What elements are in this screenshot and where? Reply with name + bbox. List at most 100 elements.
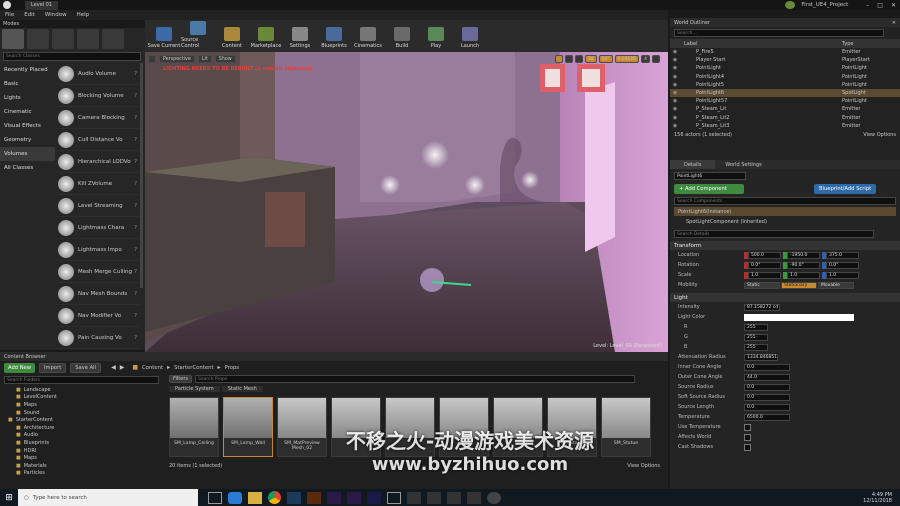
breadcrumb-props[interactable]: Props [225, 365, 240, 371]
camera-speed[interactable]: 4 [641, 55, 650, 63]
chrome-icon[interactable] [268, 491, 281, 504]
outliner-row[interactable]: ◉ PointLight5 PointLight [670, 81, 900, 89]
volume-item-nav-modifier-vo[interactable]: Nav Modifier Vo? [55, 305, 139, 327]
content-browser-tab[interactable]: Content Browser [0, 352, 668, 361]
folder-materials[interactable]: ■ Materials [0, 462, 165, 470]
level-viewport[interactable]: Perspective Lit Show LIGHTING NEEDS TO B… [145, 52, 668, 352]
explorer-icon[interactable] [248, 491, 262, 504]
location-z-field[interactable]: 375.0 [826, 251, 859, 259]
category-lights[interactable]: Lights [0, 91, 55, 105]
tab-particle-system[interactable]: Particle System [169, 386, 220, 392]
foliage-mode-icon[interactable] [77, 29, 99, 49]
marketplace-button[interactable]: Marketplace [249, 21, 283, 51]
volume-item-audio-volume[interactable]: Audio Volume? [55, 63, 139, 85]
folder-maps[interactable]: ■ Maps [0, 401, 165, 409]
b-field[interactable]: 255 [744, 343, 768, 351]
settings-button[interactable]: Settings [283, 21, 317, 51]
help-icon[interactable]: ? [134, 137, 137, 143]
help-icon[interactable]: ? [134, 291, 137, 297]
visibility-icon[interactable]: ◉ [670, 123, 680, 129]
help-icon[interactable]: ? [134, 225, 137, 231]
scale-x-field[interactable]: 1.0 [748, 271, 781, 279]
breadcrumb-content[interactable]: Content [142, 365, 163, 371]
help-icon[interactable]: ? [134, 115, 137, 121]
visibility-icon[interactable]: ◉ [670, 90, 680, 96]
tab-details[interactable]: Details [670, 160, 716, 169]
category-recently-placed[interactable]: Recently Placed [0, 63, 55, 77]
search-props-input[interactable]: Search Props [195, 375, 635, 383]
location-x-field[interactable]: 500.0 [748, 251, 781, 259]
r-field[interactable]: 255 [744, 323, 768, 331]
menu-edit[interactable]: Edit [24, 12, 35, 18]
inner-cone-field[interactable]: 0.0 [744, 363, 790, 371]
volume-item-lightmass-impo[interactable]: Lightmass Impo? [55, 239, 139, 261]
mobility-stationary[interactable]: Stationary [781, 281, 817, 289]
outliner-view-options[interactable]: View Options [863, 132, 896, 138]
translate-icon[interactable] [554, 55, 563, 63]
help-icon[interactable]: ? [134, 203, 137, 209]
category-basic[interactable]: Basic [0, 77, 55, 91]
launch-button[interactable]: Launch [453, 21, 487, 51]
rotation-snap[interactable]: 10° [598, 55, 613, 63]
app-icon-4[interactable] [467, 491, 481, 504]
visibility-icon[interactable]: ◉ [670, 49, 680, 55]
visibility-icon[interactable]: ◉ [670, 106, 680, 112]
transform-section[interactable]: Transform [670, 241, 900, 250]
search-details-input[interactable]: Search Details [674, 230, 874, 238]
photoshop-icon[interactable] [287, 491, 301, 504]
scale-z-field[interactable]: 1.0 [826, 271, 859, 279]
outliner-row[interactable]: ◉ P_Steam_Lit2 Emitter [670, 114, 900, 122]
back-icon[interactable]: ◀ [111, 364, 116, 371]
outliner-row[interactable]: ◉ Player Start PlayerStart [670, 56, 900, 64]
outliner-tab[interactable]: World Outliner ✕ [670, 18, 900, 27]
app-icon-1[interactable] [407, 491, 421, 504]
help-icon[interactable]: ? [134, 313, 137, 319]
tab-static-mesh[interactable]: Static Mesh [221, 386, 263, 392]
asset-tile[interactable]: SM_Lamp_Wall [223, 397, 273, 457]
category-cinematic[interactable]: Cinematic [0, 105, 55, 119]
use-temperature-checkbox[interactable] [744, 423, 751, 431]
show-button[interactable]: Show [214, 55, 236, 63]
component-inherited[interactable]: SpotLightComponent (Inherited) [674, 216, 896, 227]
volume-item-level-streaming[interactable]: Level Streaming? [55, 195, 139, 217]
viewport-options-button[interactable] [148, 55, 156, 63]
breadcrumb-starter[interactable]: StarterContent [174, 365, 213, 371]
visibility-icon[interactable]: ◉ [670, 57, 680, 63]
category-all-classes[interactable]: All Classes [0, 161, 55, 175]
category-volumes[interactable]: Volumes [0, 147, 55, 161]
close-icon[interactable]: ✕ [891, 2, 896, 9]
visibility-icon[interactable]: ◉ [670, 65, 680, 71]
category-visual-effects[interactable]: Visual Effects [0, 119, 55, 133]
volume-item-pain-causing-vo[interactable]: Pain Causing Vo? [55, 327, 139, 349]
outliner-search-input[interactable]: Search... [674, 29, 884, 37]
source-length-field[interactable]: 0.0 [744, 403, 790, 411]
g-field[interactable]: 255 [744, 333, 768, 341]
edge-icon[interactable] [228, 491, 242, 504]
after-effects-icon[interactable] [367, 491, 381, 504]
play-button[interactable]: Play [419, 21, 453, 51]
rotation-x-field[interactable]: 0.0° [748, 261, 781, 269]
outliner-row[interactable]: ◉ P_Steam_Lit3 Emitter [670, 122, 900, 130]
volume-item-mesh-merge-culling[interactable]: Mesh Merge Culling? [55, 261, 139, 283]
outliner-row[interactable]: ◉ P_Fire5 Emitter [670, 48, 900, 56]
outliner-row[interactable]: ◉ PointLight PointLight [670, 64, 900, 72]
folder-startercontent[interactable]: ■ StarterContent [0, 416, 165, 424]
import-button[interactable]: Import [39, 362, 67, 373]
light-section[interactable]: Light [670, 293, 900, 302]
outliner-row[interactable]: ◉ P_Steam_Lit Emitter [670, 105, 900, 113]
outliner-row[interactable]: ◉ PointLight6 SpotLight [670, 88, 900, 98]
content-button[interactable]: Content [215, 21, 249, 51]
modes-scrollbar[interactable] [140, 63, 143, 288]
visibility-icon[interactable]: ◉ [670, 115, 680, 121]
blueprint-button[interactable]: Blueprint/Add Script [814, 184, 877, 194]
premiere2-icon[interactable] [347, 491, 361, 504]
help-icon[interactable]: ? [134, 159, 137, 165]
clock[interactable]: 4:49 PM 12/11/2018 [863, 492, 892, 504]
menu-window[interactable]: Window [45, 12, 67, 18]
help-icon[interactable]: ? [134, 71, 137, 77]
rotate-icon[interactable] [564, 55, 573, 63]
perspective-button[interactable]: Perspective [159, 55, 195, 63]
affects-world-checkbox[interactable] [744, 433, 751, 441]
mobility-static[interactable]: Static [744, 281, 780, 289]
outliner-row[interactable]: ◉ PointLight4 PointLight [670, 73, 900, 81]
